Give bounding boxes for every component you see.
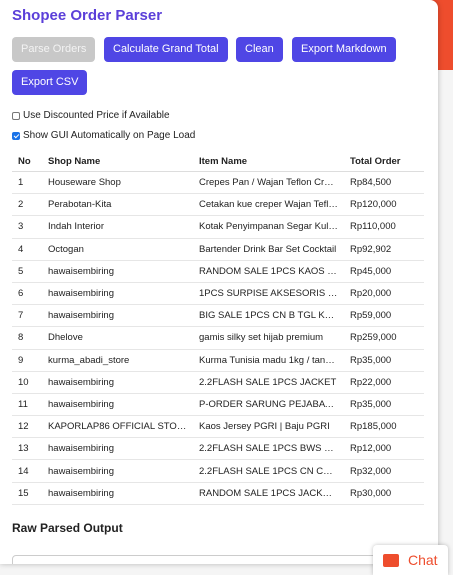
item-name: 2.2FLASH SALE 1PCS BWS OUTER — [193, 437, 344, 461]
row-number: 1 — [12, 171, 42, 195]
total-order: Rp185,000 — [344, 415, 424, 439]
export-markdown-button[interactable]: Export Markdown — [292, 37, 396, 62]
shop-name: Indah Interior — [42, 215, 193, 239]
calculate-grand-total-button[interactable]: Calculate Grand Total — [104, 37, 228, 62]
shop-name: hawaisembiring — [42, 282, 193, 306]
total-order: Rp45,000 — [344, 260, 424, 283]
table-row: 6 hawaisembiring 1PCS SURPISE AKSESORIS RA… — [12, 282, 424, 306]
total-order: Rp22,000 — [344, 371, 424, 394]
row-number: 5 — [12, 260, 42, 283]
shop-name: Octogan — [42, 238, 193, 261]
auto-gui-checkbox[interactable] — [12, 131, 20, 140]
raw-output-textarea[interactable] — [12, 555, 424, 564]
export-csv-button[interactable]: Export CSV — [12, 70, 88, 95]
table-header-row: No Shop Name Item Name Total Order — [12, 151, 424, 172]
shop-name: Houseware Shop — [42, 171, 193, 195]
total-order: Rp35,000 — [344, 393, 424, 417]
column-header-total-order: Total Order — [344, 151, 424, 172]
order-parser-panel: Shopee Order Parser Parse Orders Calcula… — [0, 0, 438, 564]
row-number: 2 — [12, 193, 42, 217]
row-number: 4 — [12, 238, 42, 261]
raw-output-heading: Raw Parsed Output — [12, 521, 123, 535]
column-header-shop-name: Shop Name — [42, 151, 193, 172]
clean-button[interactable]: Clean — [236, 37, 283, 62]
item-name: P-ORDER SARUNG PEJABAT PREMIUM — [193, 393, 344, 417]
table-row: 1 Houseware Shop Crepes Pan / Wajan Teflon… — [12, 171, 424, 195]
item-name: Kaos Jersey PGRI | Baju PGRI — [193, 415, 344, 439]
chat-button[interactable]: Chat — [373, 545, 448, 575]
discounted-price-label: Use Discounted Price if Available — [23, 110, 170, 121]
total-order: Rp35,000 — [344, 349, 424, 372]
auto-gui-label: Show GUI Automatically on Page Load — [23, 130, 196, 141]
table-row: 12 KAPORLAP86 OFFICIAL STORE Kaos Jersey P… — [12, 415, 424, 439]
row-number: 9 — [12, 349, 42, 372]
table-row: 14 hawaisembiring 2.2FLASH SALE 1PCS CN CA… — [12, 459, 424, 483]
item-name: Bartender Drink Bar Set Cocktail — [193, 238, 344, 261]
chat-bubble-icon — [383, 553, 399, 567]
orders-table: No Shop Name Item Name Total Order 1 Hous… — [12, 151, 424, 505]
column-header-item-name: Item Name — [193, 151, 344, 172]
discounted-price-checkbox[interactable] — [12, 111, 20, 120]
row-number: 11 — [12, 393, 42, 417]
total-order: Rp30,000 — [344, 482, 424, 505]
table-row: 3 Indah Interior Kotak Penyimpanan Segar K… — [12, 215, 424, 239]
total-order: Rp20,000 — [344, 282, 424, 306]
parse-orders-button[interactable]: Parse Orders — [12, 37, 96, 62]
item-name: RANDOM SALE 1PCS JACKET PRIA — [193, 482, 344, 505]
table-row: 7 hawaisembiring BIG SALE 1PCS CN B TGL KU… — [12, 304, 424, 328]
shop-name: hawaisembiring — [42, 437, 193, 461]
item-name: Cetakan kue creper Wajan Teflon — [193, 193, 344, 217]
total-order: Rp259,000 — [344, 326, 424, 350]
shop-name: hawaisembiring — [42, 304, 193, 328]
shop-name: kurma_abadi_store — [42, 349, 193, 372]
shop-name: Perabotan-Kita — [42, 193, 193, 217]
item-name: BIG SALE 1PCS CN B TGL KUPLUK — [193, 304, 344, 328]
row-number: 7 — [12, 304, 42, 328]
shop-name: KAPORLAP86 OFFICIAL STORE — [42, 415, 193, 439]
table-row: 13 hawaisembiring 2.2FLASH SALE 1PCS BWS O… — [12, 437, 424, 461]
row-number: 13 — [12, 437, 42, 461]
total-order: Rp32,000 — [344, 459, 424, 483]
total-order: Rp92,902 — [344, 238, 424, 261]
item-name: 2.2FLASH SALE 1PCS JACKET — [193, 371, 344, 394]
row-number: 3 — [12, 215, 42, 239]
item-name: Crepes Pan / Wajan Teflon Crepes — [193, 171, 344, 195]
row-number: 12 — [12, 415, 42, 439]
total-order: Rp120,000 — [344, 193, 424, 217]
row-number: 14 — [12, 459, 42, 483]
shop-name: Dhelove — [42, 326, 193, 350]
row-number: 10 — [12, 371, 42, 394]
item-name: gamis silky set hijab premium — [193, 326, 344, 350]
table-row: 9 kurma_abadi_store Kurma Tunisia madu 1kg… — [12, 349, 424, 372]
row-number: 15 — [12, 482, 42, 505]
item-name: Kotak Penyimpanan Segar Kulkas — [193, 215, 344, 239]
item-name: 1PCS SURPISE AKSESORIS RAMBUT — [193, 282, 344, 306]
item-name: Kurma Tunisia madu 1kg / tangkai — [193, 349, 344, 372]
shop-name: hawaisembiring — [42, 459, 193, 483]
panel-title: Shopee Order Parser — [12, 7, 163, 24]
item-name: 2.2FLASH SALE 1PCS CN CARDIGAN — [193, 459, 344, 483]
chat-label: Chat — [408, 552, 438, 568]
row-number: 8 — [12, 326, 42, 350]
total-order: Rp12,000 — [344, 437, 424, 461]
column-header-no: No — [12, 151, 42, 172]
item-name: RANDOM SALE 1PCS KAOS KAKI — [193, 260, 344, 283]
table-row: 2 Perabotan-Kita Cetakan kue creper Wajan … — [12, 193, 424, 217]
table-row: 11 hawaisembiring P-ORDER SARUNG PEJABAT P… — [12, 393, 424, 417]
total-order: Rp84,500 — [344, 171, 424, 195]
total-order: Rp110,000 — [344, 215, 424, 239]
row-number: 6 — [12, 282, 42, 306]
table-row: 4 Octogan Bartender Drink Bar Set Cocktail… — [12, 238, 424, 261]
shop-name: hawaisembiring — [42, 260, 193, 283]
shop-name: hawaisembiring — [42, 371, 193, 394]
table-row: 8 Dhelove gamis silky set hijab premium Rp2… — [12, 326, 424, 350]
discounted-price-option[interactable]: Use Discounted Price if Available — [12, 110, 170, 121]
shop-name: hawaisembiring — [42, 393, 193, 417]
auto-gui-option[interactable]: Show GUI Automatically on Page Load — [12, 130, 195, 141]
table-row: 5 hawaisembiring RANDOM SALE 1PCS KAOS KAK… — [12, 260, 424, 283]
table-row: 15 hawaisembiring RANDOM SALE 1PCS JACKET … — [12, 482, 424, 505]
shop-name: hawaisembiring — [42, 482, 193, 505]
table-row: 10 hawaisembiring 2.2FLASH SALE 1PCS JACKE… — [12, 371, 424, 394]
total-order: Rp59,000 — [344, 304, 424, 328]
